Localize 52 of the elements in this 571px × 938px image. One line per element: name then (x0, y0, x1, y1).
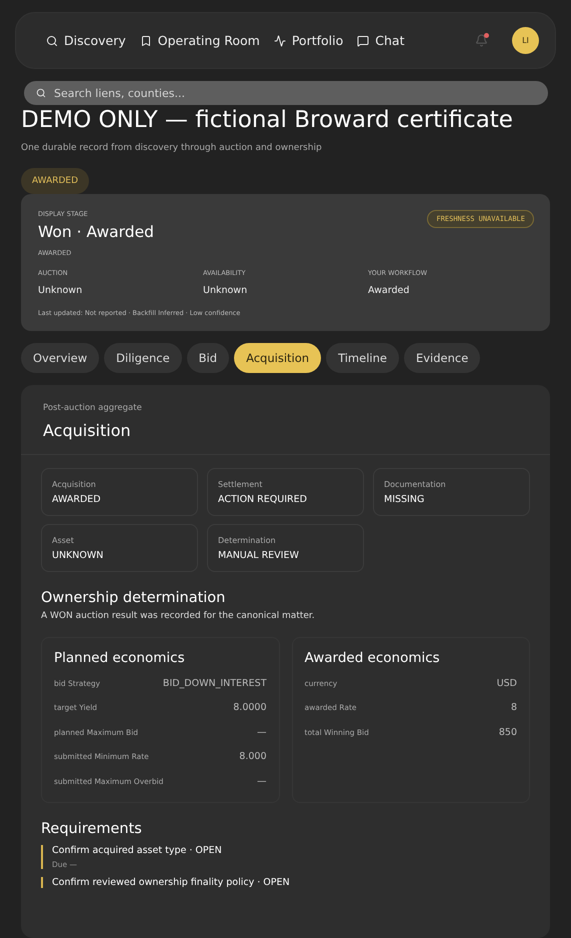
section-heading: Requirements (41, 820, 143, 836)
status-value: ACTION REQUIRED (218, 494, 308, 505)
status-label: Acquisition (52, 480, 97, 489)
status-value: AWARDED (52, 494, 102, 505)
search-icon (36, 88, 46, 98)
search-icon (46, 34, 58, 46)
economics-value: 850 (498, 726, 517, 738)
economics-value: 8 (510, 702, 517, 714)
status-value: UNKNOWN (52, 550, 104, 561)
field-value: Unknown (38, 285, 84, 296)
status-label: Determination (218, 536, 277, 545)
chat-bubble-icon (357, 34, 370, 46)
page-subtitle: One durable record from discovery through auction and ownership (21, 143, 323, 153)
status-label: Settlement (218, 480, 264, 489)
tab[interactable]: Overview (21, 343, 100, 373)
nav-link[interactable]: Chat (357, 33, 404, 48)
requirement-text: Confirm reviewed ownership finality policy · OPEN (52, 876, 291, 888)
status-label: Asset (52, 536, 75, 545)
nav-link[interactable]: Discovery (46, 33, 126, 48)
status-badge: AWARDED (21, 168, 90, 194)
pulse-icon (274, 34, 286, 46)
economics-title: Planned economics (54, 650, 186, 666)
bookmark-icon (140, 34, 152, 46)
economics-value: BID_DOWN_INTEREST (162, 678, 266, 689)
economics-title: Awarded economics (304, 650, 441, 666)
economics-value: 8.0000 (233, 702, 266, 714)
notification-bell-icon[interactable] (475, 34, 488, 47)
section-heading: Ownership determination (41, 590, 226, 606)
tab[interactable]: Timeline (326, 343, 399, 373)
panel-title: Acquisition (43, 421, 132, 440)
tab[interactable]: Diligence (104, 343, 182, 373)
requirement-text: Confirm acquired asset type · OPEN (52, 844, 223, 856)
page-title: DEMO ONLY — fictional Broward certificate (21, 107, 514, 133)
ownership-text: A WON auction result was recorded for the canonical matter. (41, 611, 316, 621)
economics-value: 8.000 (239, 751, 266, 762)
nav-link[interactable]: Operating Room (140, 33, 260, 48)
status-value: MANUAL REVIEW (218, 550, 300, 561)
tab[interactable]: Acquisition (234, 343, 322, 373)
field-value: Unknown (203, 285, 248, 296)
economics-value: — (257, 776, 266, 787)
search-field[interactable]: Search liens, counties... (24, 81, 548, 105)
user-avatar[interactable]: LI (512, 27, 539, 54)
economics-value: — (257, 726, 266, 738)
tab[interactable]: Bid (186, 343, 230, 373)
tab[interactable]: Evidence (404, 343, 480, 373)
status-label: Documentation (384, 480, 447, 489)
economics-value: USD (496, 678, 517, 689)
nav-link[interactable]: Portfolio (274, 33, 344, 48)
panel-eyebrow: Post-auction aggregate (43, 403, 143, 413)
stage-value: Won · Awarded (38, 223, 155, 241)
field-value: Awarded (368, 285, 410, 296)
status-value: MISSING (384, 494, 426, 505)
